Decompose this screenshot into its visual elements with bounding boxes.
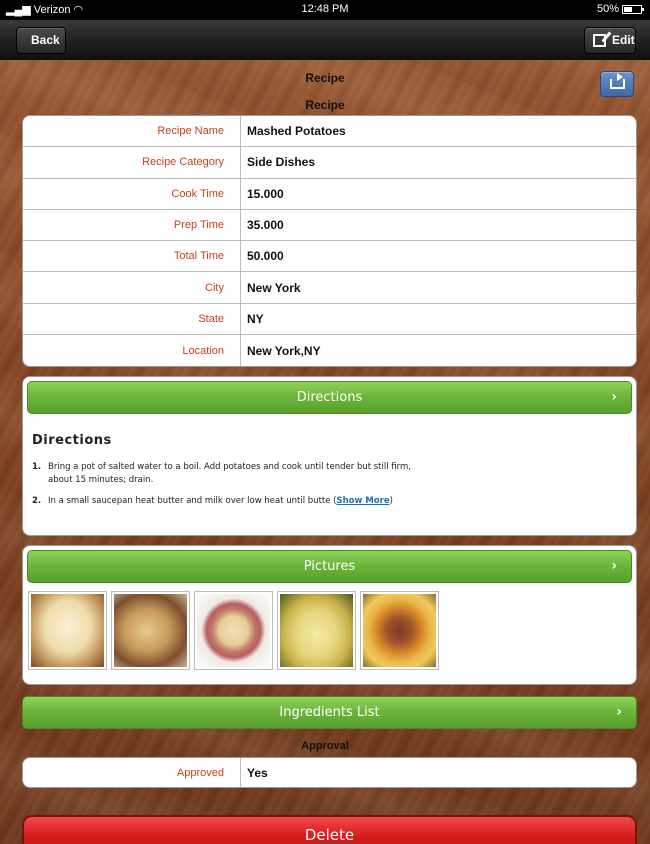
thumbnail-meat-with-potatoes[interactable] — [360, 591, 439, 670]
thumbnail-potato-bowl-fork[interactable] — [111, 591, 190, 670]
directions-bar[interactable]: Directions › — [27, 381, 632, 414]
approval-table: Approved Yes — [22, 757, 637, 788]
detail-row-location: Location New York,NY — [23, 335, 636, 367]
detail-label: Prep Time — [23, 209, 241, 241]
chevron-right-icon: › — [616, 704, 622, 720]
navigation-bar: Back Edit — [0, 20, 650, 60]
edit-button[interactable]: Edit — [584, 27, 636, 54]
status-bar: ▂▄▆ Verizon ◠ 12:48 PM 50% — [0, 0, 650, 20]
directions-list: 1. Bring a pot of salted water to a boil… — [32, 461, 412, 516]
detail-row-recipe-name: Recipe Name Mashed Potatoes — [23, 116, 636, 148]
detail-value: 35.000 — [247, 218, 284, 233]
detail-label: Recipe Name — [23, 116, 241, 147]
ingredients-bar[interactable]: Ingredients List › — [22, 696, 637, 729]
detail-row-cook-time: Cook Time 15.000 — [23, 178, 636, 210]
detail-label: Cook Time — [23, 178, 241, 209]
detail-label: Recipe Category — [23, 147, 241, 178]
chevron-right-icon: › — [611, 558, 617, 574]
approval-label: Approved — [23, 758, 241, 787]
detail-value: NY — [247, 311, 264, 326]
detail-row-city: City New York — [23, 272, 636, 304]
share-icon — [610, 73, 625, 89]
detail-row-state: State NY — [23, 303, 636, 336]
detail-label: City — [23, 272, 241, 303]
directions-heading: Directions — [32, 433, 112, 448]
section-title: Recipe — [305, 98, 345, 112]
status-time: 12:48 PM — [301, 3, 349, 15]
detail-row-total-time: Total Time 50.000 — [23, 241, 636, 273]
share-button[interactable] — [600, 71, 634, 97]
detail-row-prep-time: Prep Time 35.000 — [23, 209, 636, 242]
recipe-details-table: Recipe Name Mashed Potatoes Recipe Categ… — [22, 115, 637, 368]
detail-label: Location — [23, 335, 241, 367]
approval-title: Approval — [301, 740, 349, 752]
show-more-link[interactable]: Show More — [337, 496, 390, 506]
detail-value: New York,NY — [247, 343, 321, 358]
list-item: 1. Bring a pot of salted water to a boil… — [32, 462, 411, 485]
directions-panel: Directions › Directions 1. Bring a pot o… — [22, 376, 637, 536]
chevron-right-icon: › — [611, 389, 617, 405]
page-title: Recipe — [305, 71, 345, 85]
list-item: 2. In a small saucepan heat butter and m… — [32, 496, 393, 506]
pictures-bar[interactable]: Pictures › — [27, 550, 632, 583]
thumbnail-mashed-potatoes-bowl[interactable] — [28, 591, 107, 670]
battery-status: 50% — [597, 3, 644, 15]
approval-value: Yes — [247, 765, 268, 780]
detail-value: 50.000 — [247, 249, 284, 264]
detail-value: 15.000 — [247, 186, 284, 201]
pictures-panel: Pictures › — [22, 545, 637, 685]
back-button[interactable]: Back — [16, 27, 66, 54]
edit-icon — [593, 34, 606, 47]
detail-row-recipe-category: Recipe Category Side Dishes — [23, 147, 636, 179]
picture-thumbnails — [28, 591, 439, 670]
detail-value: New York — [247, 280, 301, 295]
thumbnail-mashed-potatoes-plate[interactable] — [194, 591, 273, 670]
delete-button[interactable]: Delete — [22, 815, 637, 844]
detail-value: Side Dishes — [247, 155, 316, 170]
battery-icon — [622, 4, 644, 14]
thumbnail-boiled-potatoes[interactable] — [277, 591, 356, 670]
detail-label: State — [23, 303, 241, 335]
detail-value: Mashed Potatoes — [247, 124, 346, 139]
detail-label: Total Time — [23, 241, 241, 272]
